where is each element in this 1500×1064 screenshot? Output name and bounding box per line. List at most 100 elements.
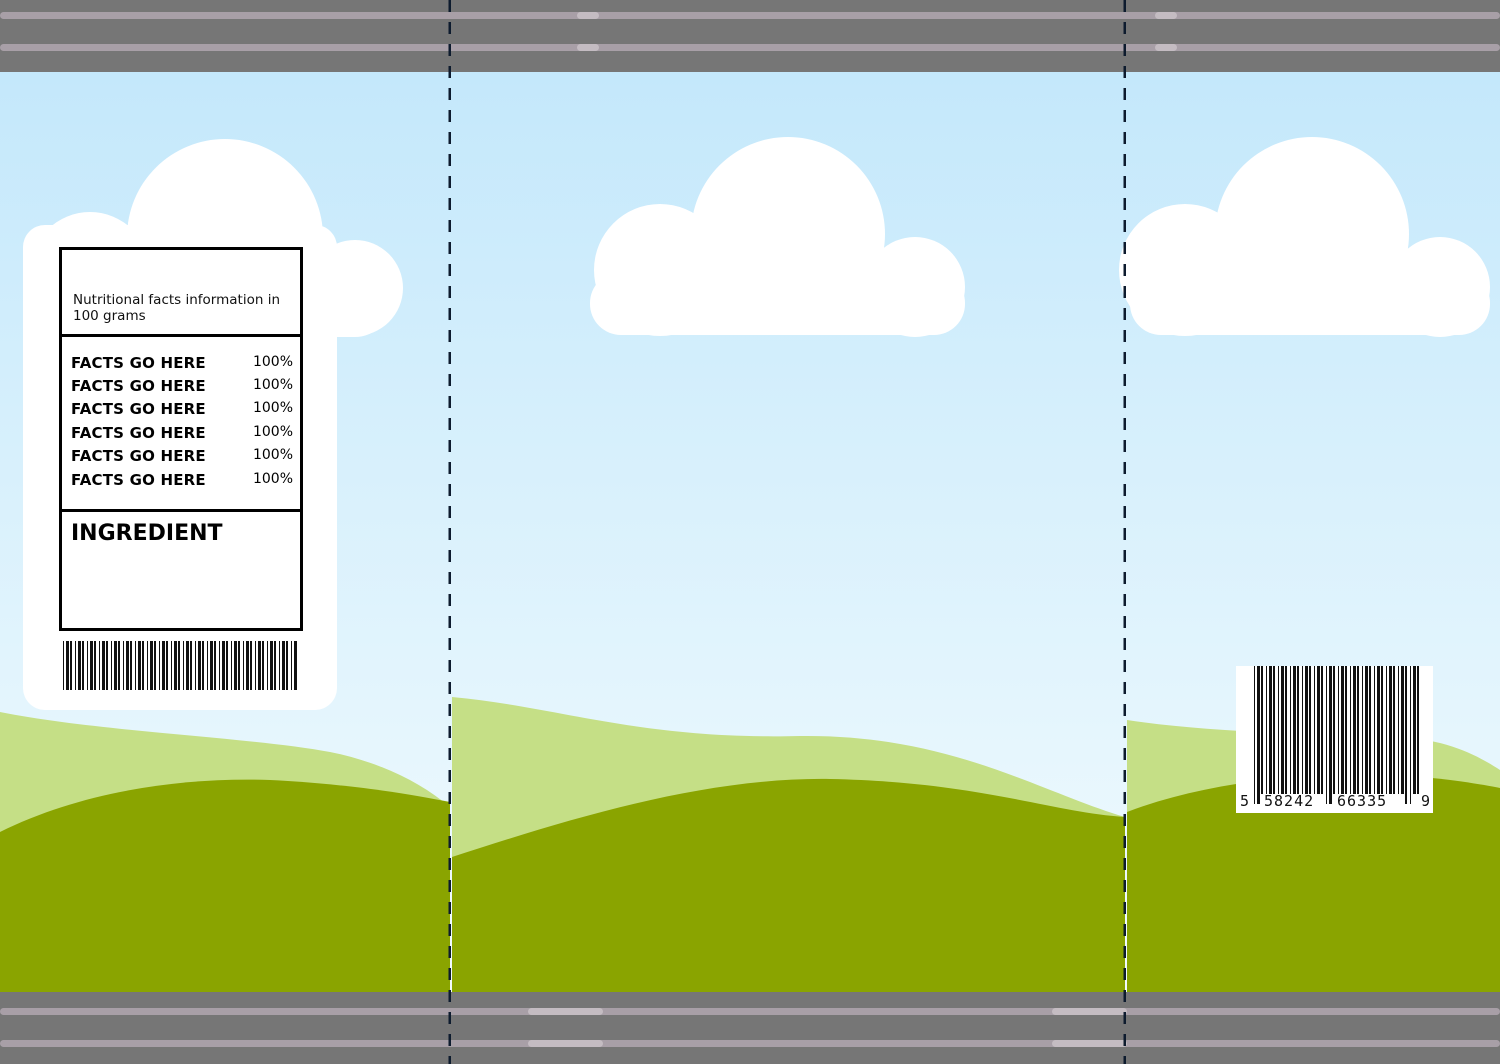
barcode-bar bbox=[138, 641, 141, 690]
barcode-bar bbox=[243, 641, 244, 690]
barcode-bar bbox=[1405, 666, 1407, 804]
barcode-bar bbox=[1281, 666, 1284, 794]
barcode-bar bbox=[66, 641, 69, 690]
barcode-bar bbox=[166, 641, 168, 690]
fold-line-left bbox=[448, 0, 451, 1064]
barcode-bar bbox=[190, 641, 192, 690]
barcode-bar bbox=[1350, 666, 1351, 794]
barcode-bar bbox=[1261, 666, 1263, 794]
fact-row: FACTS GO HERE 100% bbox=[71, 447, 293, 469]
barcode-bar bbox=[1266, 666, 1267, 794]
barcode-bar bbox=[78, 641, 81, 690]
seal-highlight bbox=[1155, 12, 1177, 19]
barcode-bar bbox=[111, 641, 112, 690]
barcode-bar bbox=[282, 641, 285, 690]
barcode-bar bbox=[174, 641, 177, 690]
barcode-bar bbox=[238, 641, 240, 690]
barcode-digit-last: 9 bbox=[1421, 792, 1431, 810]
barcode-bar bbox=[198, 641, 201, 690]
barcode-bar bbox=[1317, 666, 1320, 794]
fact-row: FACTS GO HERE 100% bbox=[71, 424, 293, 446]
barcode-bar bbox=[1369, 666, 1371, 794]
barcode-bar bbox=[1417, 666, 1419, 794]
barcode-bar bbox=[291, 641, 292, 690]
barcode-bar bbox=[219, 641, 220, 690]
barcode-bar bbox=[90, 641, 93, 690]
barcode-bar bbox=[118, 641, 120, 690]
fact-name: FACTS GO HERE bbox=[71, 447, 206, 465]
fact-row: FACTS GO HERE 100% bbox=[71, 471, 293, 493]
barcode-bar bbox=[279, 641, 280, 690]
facts-header: Nutritional facts information in 100 gra… bbox=[62, 250, 300, 337]
barcode-bar bbox=[1377, 666, 1380, 794]
facts-list: FACTS GO HERE 100% FACTS GO HERE 100% FA… bbox=[62, 337, 300, 512]
small-barcode bbox=[63, 641, 297, 690]
barcode-bar bbox=[1398, 666, 1399, 794]
barcode-bar bbox=[135, 641, 136, 690]
facts-header-text: Nutritional facts information in 100 gra… bbox=[73, 292, 281, 324]
barcode-bar bbox=[70, 641, 72, 690]
hill-dark-left bbox=[0, 779, 450, 992]
barcode-bar bbox=[210, 641, 213, 690]
barcode-bar bbox=[1314, 666, 1315, 794]
barcode-bar bbox=[294, 641, 297, 690]
barcode-digits-group-2: 66335 bbox=[1337, 792, 1388, 810]
barcode-bar bbox=[150, 641, 153, 690]
barcode-bar bbox=[1305, 666, 1308, 794]
barcode-bar bbox=[63, 641, 64, 690]
barcode-bar bbox=[1410, 666, 1411, 804]
seal-highlight bbox=[1052, 1040, 1127, 1047]
barcode-bar bbox=[274, 641, 276, 690]
fact-value: 100% bbox=[252, 377, 293, 393]
barcode-bar bbox=[202, 641, 204, 690]
barcode-bar bbox=[234, 641, 237, 690]
barcode-bar bbox=[82, 641, 84, 690]
barcode-bar bbox=[1285, 666, 1287, 794]
barcode-digits-group-1: 58242 bbox=[1264, 792, 1315, 810]
barcode-bar bbox=[94, 641, 96, 690]
seal-highlight bbox=[528, 1040, 603, 1047]
barcode-bar bbox=[1257, 666, 1260, 804]
barcode-bar bbox=[1293, 666, 1296, 794]
barcode-bar bbox=[106, 641, 108, 690]
fact-name: FACTS GO HERE bbox=[71, 377, 206, 395]
fact-row: FACTS GO HERE 100% bbox=[71, 354, 293, 376]
barcode-bar bbox=[75, 641, 76, 690]
fold-line-right bbox=[1123, 0, 1126, 1064]
seal-line bbox=[0, 44, 1500, 51]
fact-row: FACTS GO HERE 100% bbox=[71, 400, 293, 422]
seal-highlight bbox=[577, 12, 599, 19]
barcode-bar bbox=[207, 641, 208, 690]
barcode-bar bbox=[1290, 666, 1291, 794]
barcode-bar bbox=[1326, 666, 1327, 804]
fact-value: 100% bbox=[252, 400, 293, 416]
seal-highlight bbox=[577, 44, 599, 51]
barcode-bar bbox=[123, 641, 124, 690]
fact-value: 100% bbox=[252, 424, 293, 440]
product-barcode: 5 58242 66335 9 bbox=[1236, 666, 1433, 813]
seal-highlight bbox=[1052, 1008, 1127, 1015]
seal-highlight bbox=[528, 1008, 603, 1015]
barcode-bar bbox=[147, 641, 148, 690]
fact-name: FACTS GO HERE bbox=[71, 354, 206, 372]
barcode-bar bbox=[1302, 666, 1303, 794]
barcode-bar bbox=[262, 641, 264, 690]
barcode-bar bbox=[267, 641, 268, 690]
barcode-bar bbox=[1401, 666, 1404, 794]
barcode-bar bbox=[186, 641, 189, 690]
barcode-bar bbox=[1357, 666, 1359, 794]
barcode-bar bbox=[154, 641, 156, 690]
nutrition-facts-box: Nutritional facts information in 100 gra… bbox=[59, 247, 303, 631]
barcode-bar bbox=[195, 641, 196, 690]
barcode-bar bbox=[114, 641, 117, 690]
barcode-bar bbox=[250, 641, 252, 690]
fact-value: 100% bbox=[252, 471, 293, 487]
seal-line bbox=[0, 1040, 1500, 1047]
barcode-bar bbox=[1278, 666, 1279, 794]
barcode-digits: 5 58242 66335 9 bbox=[1240, 792, 1430, 812]
barcode-bar bbox=[102, 641, 105, 690]
seal-highlight bbox=[1155, 44, 1177, 51]
barcode-bar bbox=[1338, 666, 1339, 794]
barcode-bar bbox=[1309, 666, 1311, 794]
barcode-bar bbox=[99, 641, 100, 690]
